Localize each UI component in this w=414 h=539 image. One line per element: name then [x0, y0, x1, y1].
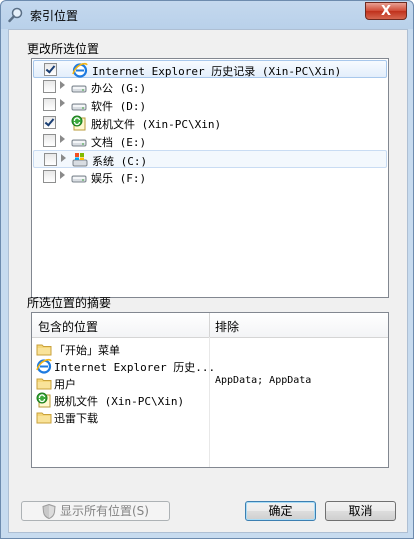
- cancel-button[interactable]: 取消: [325, 501, 396, 521]
- location-label: 办公 (G:): [91, 82, 147, 95]
- drive-icon: [71, 97, 87, 113]
- included-location-label: 脱机文件 (Xin-PC\Xin): [54, 395, 185, 408]
- location-label: 文档 (E:): [91, 136, 147, 149]
- expand-arrow-icon[interactable]: [60, 135, 65, 143]
- location-label: 脱机文件 (Xin-PC\Xin): [91, 118, 222, 131]
- drive-icon: [71, 133, 87, 149]
- system-drive-icon: [72, 152, 88, 168]
- location-label: Internet Explorer 历史记录 (Xin-PC\Xin): [92, 65, 342, 78]
- column-header-included[interactable]: 包含的位置: [38, 318, 98, 335]
- ie-icon: [36, 358, 52, 374]
- included-location-row: 迅雷下载: [36, 409, 206, 426]
- location-label: 系统 (C:): [92, 155, 148, 168]
- location-checkbox[interactable]: [43, 80, 56, 93]
- change-locations-label: 更改所选位置: [27, 42, 100, 56]
- summary-table: 包含的位置 排除 「开始」菜单 Internet Explorer 历史... 用户…: [31, 312, 389, 468]
- locations-tree[interactable]: Internet Explorer 历史记录 (Xin-PC\Xin) 办公 (G…: [31, 58, 389, 298]
- summary-header: 包含的位置 排除: [32, 313, 388, 338]
- index-locations-window: 索引位置 X 更改所选位置 Internet Explorer 历史记录 (Xi…: [0, 0, 414, 539]
- location-checkbox[interactable]: [43, 134, 56, 147]
- offline-files-icon: [36, 392, 52, 408]
- expand-arrow-icon[interactable]: [61, 154, 66, 162]
- included-location-row: 「开始」菜单: [36, 341, 206, 358]
- location-row[interactable]: 软件 (D:): [33, 96, 387, 114]
- included-location-label: 迅雷下载: [54, 412, 98, 425]
- expand-arrow-icon[interactable]: [60, 99, 65, 107]
- location-checkbox[interactable]: [44, 153, 57, 166]
- location-row[interactable]: 娱乐 (F:): [33, 168, 387, 186]
- included-location-row: 用户: [36, 375, 206, 392]
- ok-button[interactable]: 确定: [245, 501, 316, 521]
- column-header-excluded[interactable]: 排除: [215, 318, 239, 335]
- location-row[interactable]: 脱机文件 (Xin-PC\Xin): [33, 114, 387, 132]
- offline-files-icon: [71, 115, 87, 131]
- location-row[interactable]: Internet Explorer 历史记录 (Xin-PC\Xin): [33, 60, 387, 78]
- location-row[interactable]: 办公 (G:): [33, 78, 387, 96]
- location-checkbox[interactable]: [43, 116, 56, 129]
- show-all-locations-label: 显示所有位置(S): [60, 504, 149, 518]
- ie-icon: [72, 62, 88, 78]
- column-divider[interactable]: [209, 313, 210, 337]
- column-separator: [209, 337, 210, 467]
- expand-arrow-icon[interactable]: [60, 81, 65, 89]
- folder-icon: [36, 409, 52, 425]
- folder-icon: [36, 375, 52, 391]
- location-label: 软件 (D:): [91, 100, 147, 113]
- location-row[interactable]: 文档 (E:): [33, 132, 387, 150]
- show-all-locations-button[interactable]: 显示所有位置(S): [21, 501, 170, 521]
- included-location-label: Internet Explorer 历史...: [54, 361, 216, 374]
- close-button[interactable]: X: [365, 2, 407, 20]
- included-location-label: 「开始」菜单: [54, 344, 120, 357]
- shield-icon: [42, 504, 56, 519]
- drive-icon: [71, 169, 87, 185]
- included-location-row: Internet Explorer 历史...: [36, 358, 215, 375]
- summary-label: 所选位置的摘要: [27, 296, 112, 310]
- location-checkbox[interactable]: [43, 98, 56, 111]
- included-location-row: 脱机文件 (Xin-PC\Xin): [36, 392, 206, 409]
- magnifier-icon: [8, 7, 23, 23]
- location-checkbox[interactable]: [43, 170, 56, 183]
- expand-arrow-icon[interactable]: [60, 171, 65, 179]
- location-checkbox[interactable]: [44, 63, 57, 76]
- included-location-label: 用户: [54, 378, 76, 391]
- drive-icon: [71, 79, 87, 95]
- location-label: 娱乐 (F:): [91, 172, 147, 185]
- window-title: 索引位置: [30, 9, 79, 23]
- location-row[interactable]: 系统 (C:): [33, 150, 387, 168]
- excluded-text: AppData; AppData: [215, 375, 312, 386]
- title-bar[interactable]: 索引位置 X: [1, 1, 413, 29]
- folder-icon: [36, 341, 52, 357]
- dialog-body: 更改所选位置 Internet Explorer 历史记录 (Xin-PC\Xi…: [8, 29, 408, 533]
